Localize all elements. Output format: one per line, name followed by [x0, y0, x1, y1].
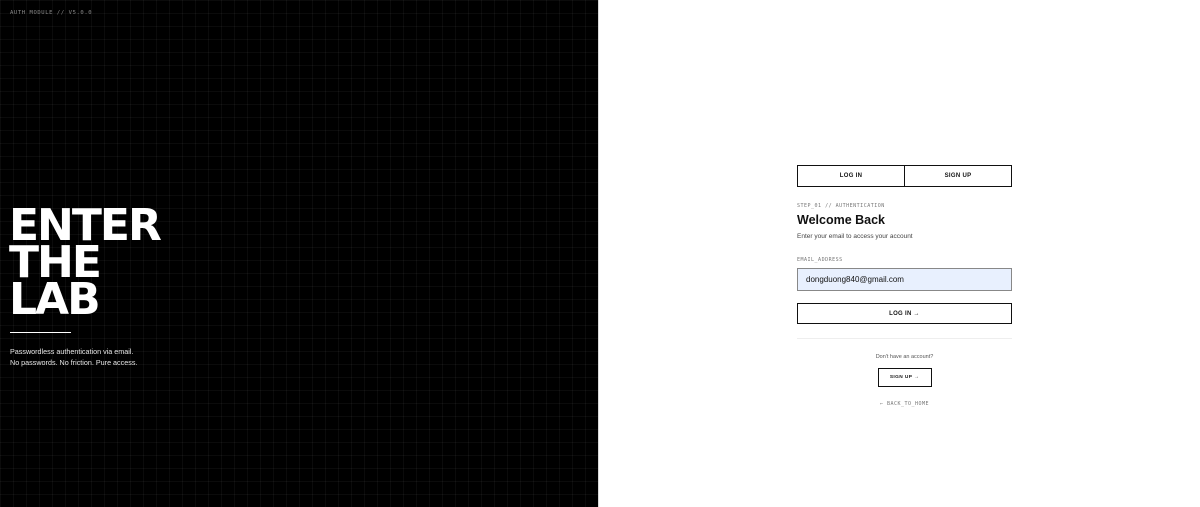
hero-panel: AUTH MODULE // V5.0.0 ENTER THE LAB Pass… — [0, 0, 599, 507]
tagline-line-2: No passwords. No friction. Pure access. — [10, 358, 138, 367]
form-title: Welcome Back — [797, 213, 886, 227]
auth-page: AUTH MODULE // V5.0.0 ENTER THE LAB Pass… — [0, 0, 1200, 507]
hero-title: ENTER THE LAB — [9, 204, 162, 325]
hero-tagline: Passwordless authentication via email. N… — [10, 346, 137, 368]
hero-line-3: LAB — [9, 274, 101, 325]
tab-log-in[interactable]: LOG IN — [798, 166, 904, 186]
signup-wrap: SIGN UP → — [797, 365, 1012, 387]
version-label: AUTH MODULE // V5.0.0 — [10, 10, 93, 16]
login-form: LOG IN SIGN UP STEP_01 // AUTHENTICATION… — [797, 165, 1012, 407]
email-input[interactable] — [797, 268, 1012, 291]
form-divider — [797, 338, 1012, 339]
email-label: EMAIL_ADDRESS — [797, 257, 843, 263]
no-account-text: Don't have an account? — [875, 354, 934, 360]
sign-up-button[interactable]: SIGN UP → — [877, 368, 932, 387]
step-label: STEP_01 // AUTHENTICATION — [797, 203, 885, 209]
form-panel: LOG IN SIGN UP STEP_01 // AUTHENTICATION… — [599, 0, 1200, 507]
tab-sign-up[interactable]: SIGN UP — [904, 166, 1011, 186]
auth-tabs: LOG IN SIGN UP — [797, 165, 1012, 187]
hero-divider — [10, 332, 71, 333]
back-to-home-link[interactable]: ← BACK_TO_HOME — [797, 401, 1012, 407]
tagline-line-1: Passwordless authentication via email. — [10, 347, 134, 356]
log-in-button[interactable]: LOG IN → — [797, 303, 1012, 324]
form-subtitle: Enter your email to access your account — [797, 233, 913, 240]
